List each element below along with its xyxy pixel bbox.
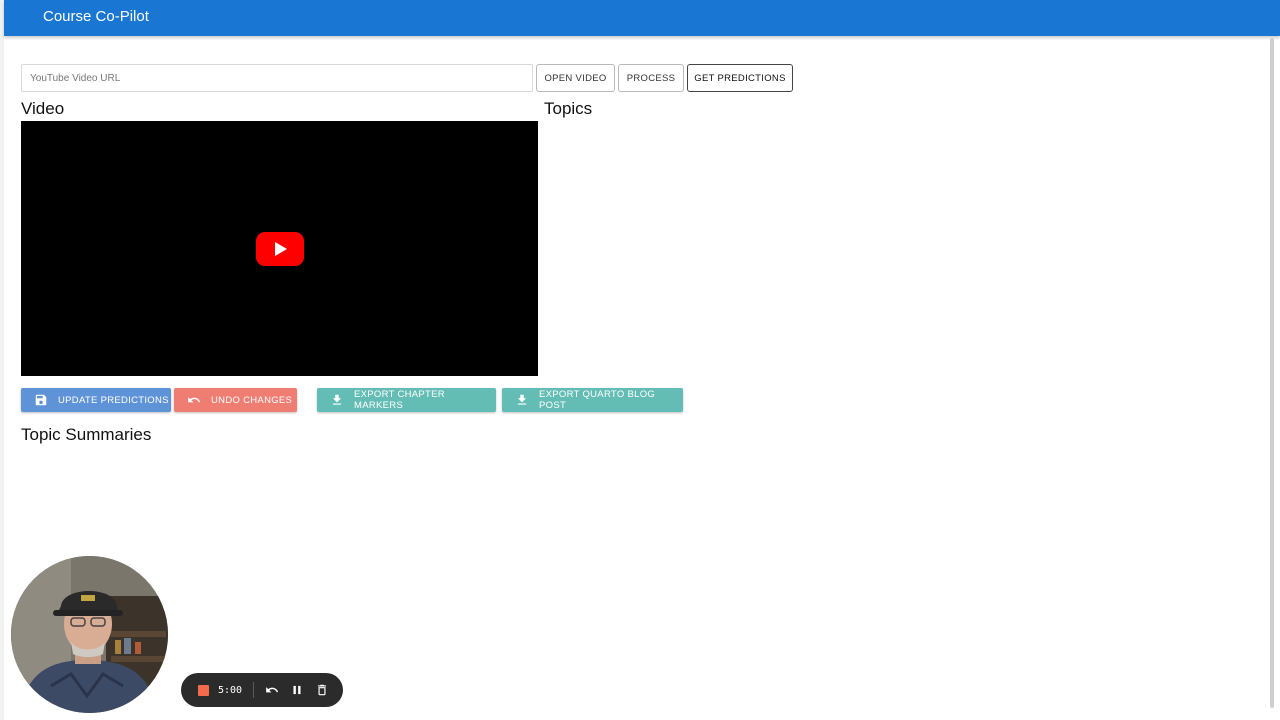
export-quarto-blog-post-button[interactable]: EXPORT QUARTO BLOG POST bbox=[502, 388, 683, 412]
process-button[interactable]: PROCESS bbox=[618, 64, 684, 92]
video-player[interactable] bbox=[21, 121, 538, 376]
youtube-url-input[interactable] bbox=[21, 64, 533, 92]
video-section-title: Video bbox=[21, 99, 65, 118]
download-icon bbox=[517, 394, 527, 405]
export-quarto-blog-post-label: EXPORT QUARTO BLOG POST bbox=[539, 389, 656, 411]
undo-icon bbox=[188, 397, 201, 403]
export-chapter-markers-label: EXPORT CHAPTER MARKERS bbox=[354, 389, 445, 411]
update-predictions-label: UPDATE PREDICTIONS bbox=[58, 394, 169, 406]
download-icon bbox=[332, 394, 342, 405]
topic-summaries-section-title: Topic Summaries bbox=[21, 425, 152, 444]
window-edge bbox=[0, 0, 4, 720]
save-icon bbox=[35, 394, 47, 406]
undo-changes-button[interactable]: UNDO CHANGES bbox=[174, 388, 297, 412]
restart-recording-icon[interactable] bbox=[265, 683, 279, 697]
export-chapter-markers-button[interactable]: EXPORT CHAPTER MARKERS bbox=[317, 388, 496, 412]
get-predictions-button[interactable]: GET PREDICTIONS bbox=[687, 64, 793, 92]
screen-recorder-controls: 5:00 bbox=[181, 673, 343, 707]
stop-recording-button[interactable] bbox=[198, 684, 209, 696]
webcam-overlay bbox=[11, 556, 168, 713]
undo-changes-label: UNDO CHANGES bbox=[211, 394, 293, 406]
app-bar: Course Co-Pilot bbox=[4, 0, 1280, 36]
recorder-divider bbox=[253, 682, 255, 698]
youtube-play-icon[interactable] bbox=[256, 232, 304, 266]
webcam-feed bbox=[11, 556, 168, 713]
pause-icon[interactable] bbox=[290, 683, 304, 697]
vertical-scrollbar[interactable] bbox=[1270, 38, 1274, 708]
open-video-button[interactable]: OPEN VIDEO bbox=[536, 64, 615, 92]
topics-section-title: Topics bbox=[544, 99, 593, 118]
app-title: Course Co-Pilot bbox=[43, 8, 149, 25]
update-predictions-button[interactable]: UPDATE PREDICTIONS bbox=[21, 388, 171, 412]
recording-timer: 5:00 bbox=[218, 684, 243, 696]
trash-icon[interactable] bbox=[315, 683, 329, 697]
